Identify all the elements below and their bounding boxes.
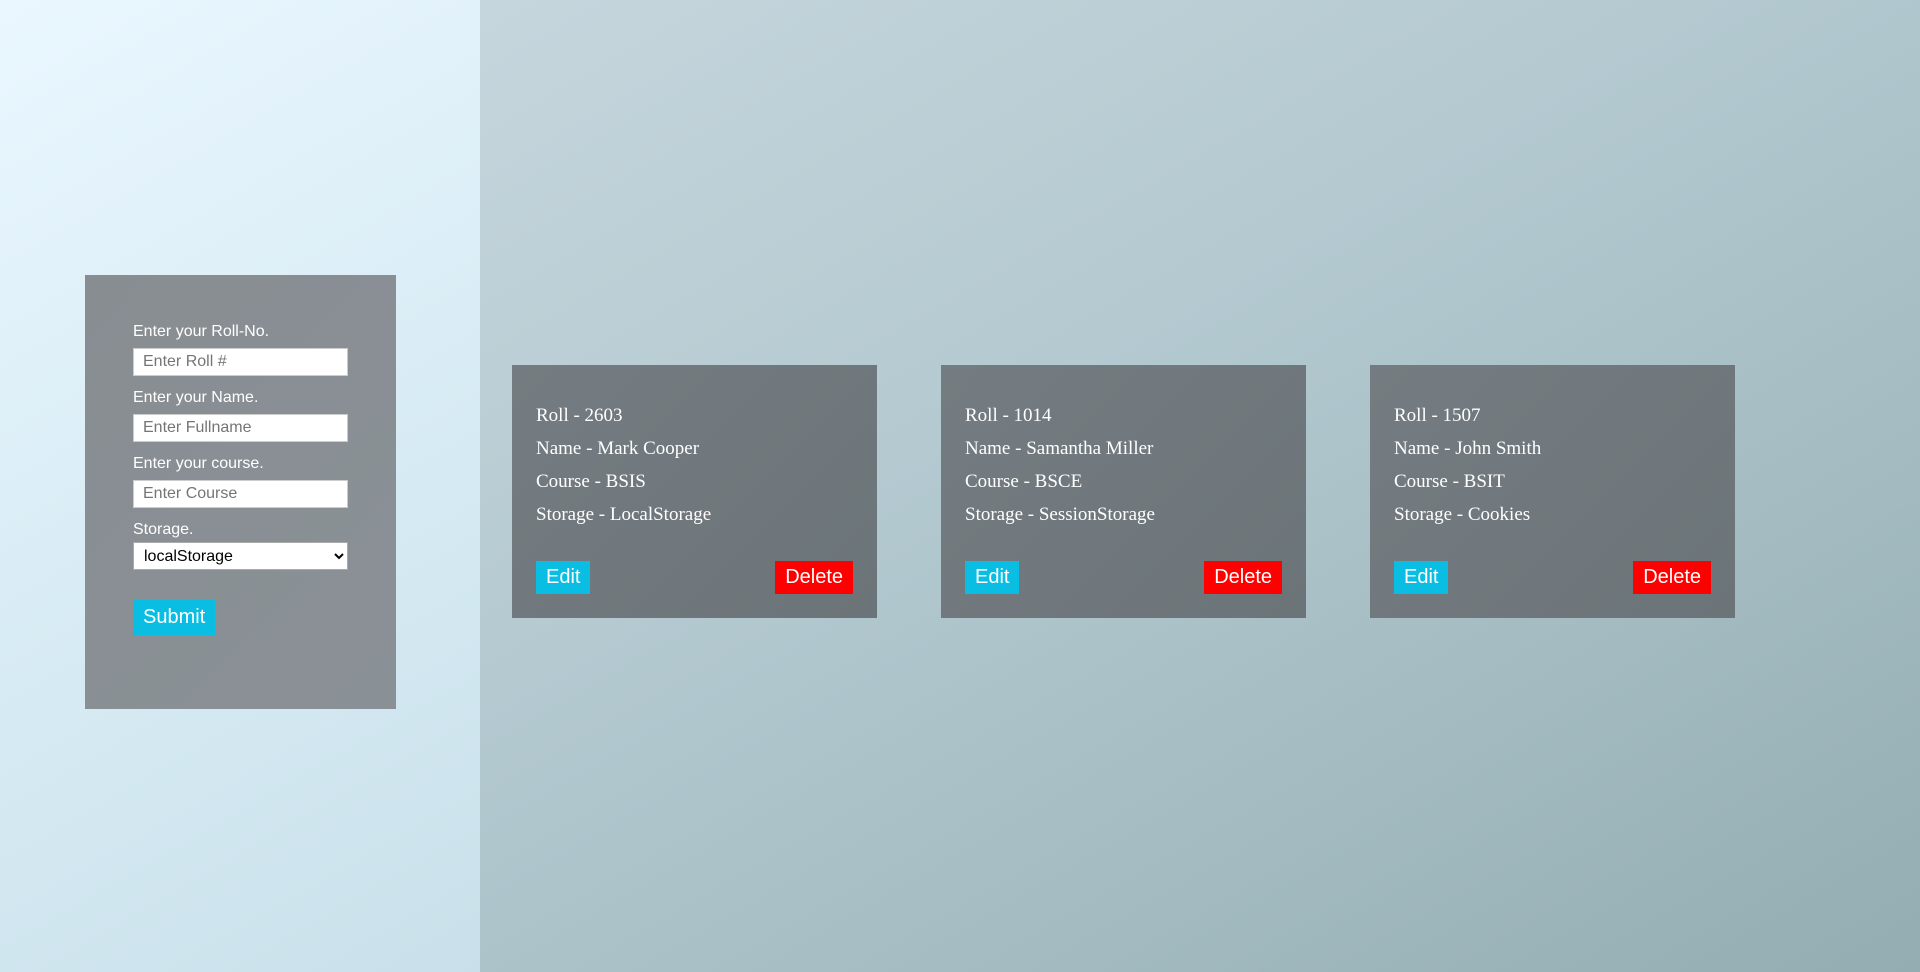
main-area: Roll - 2603 Name - Mark Cooper Course - … <box>480 0 1920 972</box>
edit-button[interactable]: Edit <box>965 561 1020 594</box>
card-actions: Edit Delete <box>965 561 1282 594</box>
card-name: Name - John Smith <box>1394 438 1542 459</box>
student-card: Roll - 1014 Name - Samantha Miller Cours… <box>941 365 1306 618</box>
delete-button[interactable]: Delete <box>1633 561 1711 594</box>
name-label: Enter your Name. <box>133 389 259 406</box>
student-form: Enter your Roll-No. Enter your Name. Ent… <box>85 275 396 709</box>
card-course: Course - BSIS <box>536 471 646 492</box>
edit-button[interactable]: Edit <box>536 561 591 594</box>
roll-input[interactable] <box>133 348 348 376</box>
card-actions: Edit Delete <box>1394 561 1711 594</box>
storage-label: Storage. <box>133 521 194 538</box>
card-roll: Roll - 1507 <box>1394 405 1481 426</box>
name-input[interactable] <box>133 414 348 442</box>
card-storage: Storage - SessionStorage <box>965 504 1155 525</box>
storage-select[interactable]: localStorage <box>133 542 348 570</box>
card-roll: Roll - 1014 <box>965 405 1052 426</box>
card-roll: Roll - 2603 <box>536 405 623 426</box>
card-storage: Storage - LocalStorage <box>536 504 712 525</box>
course-label: Enter your course. <box>133 455 264 472</box>
edit-button[interactable]: Edit <box>1394 561 1449 594</box>
card-course: Course - BSCE <box>965 471 1083 492</box>
card-storage: Storage - Cookies <box>1394 504 1531 525</box>
roll-label: Enter your Roll-No. <box>133 323 270 340</box>
card-name: Name - Samantha Miller <box>965 438 1154 459</box>
card-actions: Edit Delete <box>536 561 853 594</box>
submit-button[interactable]: Submit <box>133 600 216 635</box>
delete-button[interactable]: Delete <box>1204 561 1282 594</box>
card-course: Course - BSIT <box>1394 471 1505 492</box>
student-card: Roll - 1507 Name - John Smith Course - B… <box>1370 365 1735 618</box>
sidebar: Enter your Roll-No. Enter your Name. Ent… <box>0 0 480 972</box>
delete-button[interactable]: Delete <box>775 561 853 594</box>
student-card: Roll - 2603 Name - Mark Cooper Course - … <box>512 365 877 618</box>
course-input[interactable] <box>133 480 348 508</box>
card-name: Name - Mark Cooper <box>536 438 700 459</box>
